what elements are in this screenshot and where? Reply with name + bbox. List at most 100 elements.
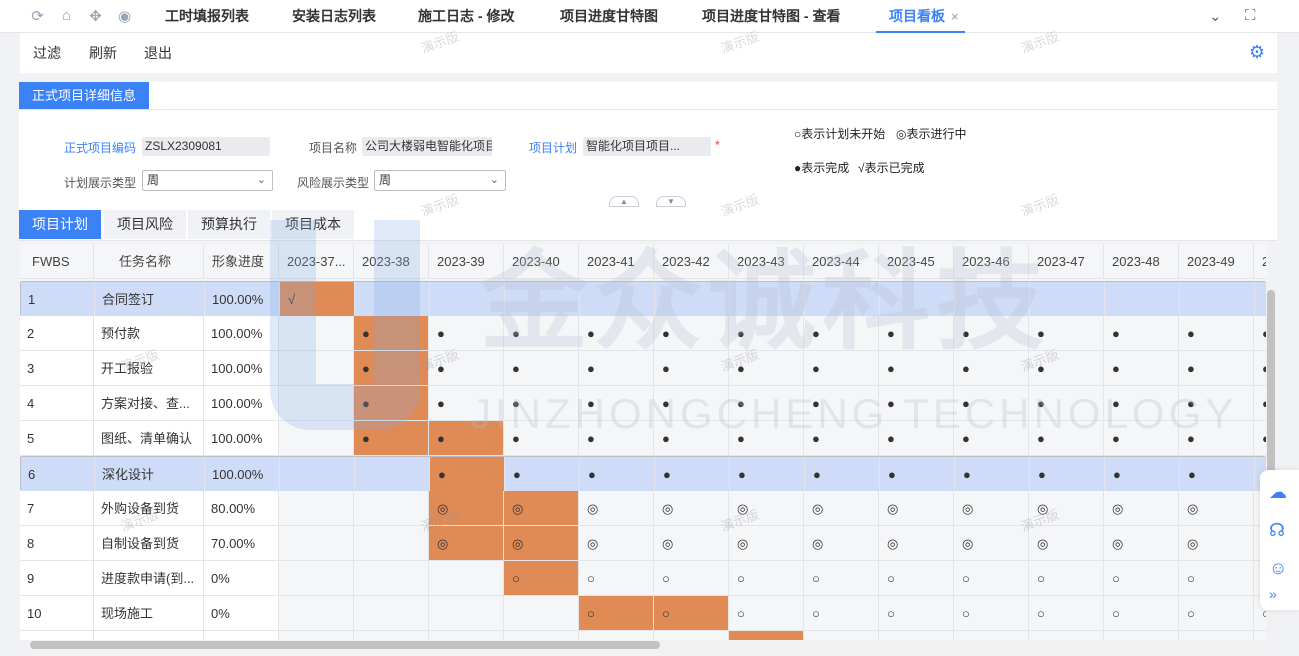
week-header[interactable]: 2023-37... (279, 244, 354, 279)
tab-1[interactable]: 安装日志列表 (292, 0, 376, 33)
gantt-cell: ● (729, 351, 804, 386)
chevron-down-icon[interactable]: ⌄ (1209, 7, 1222, 25)
tab-2[interactable]: 施工日志 - 修改 (418, 0, 514, 33)
exit-button[interactable]: 退出 (144, 43, 172, 63)
table-row[interactable]: 6深化设计100.00%●●●●●●●●●●●● (20, 456, 1266, 492)
gantt-cell (504, 631, 579, 640)
tab-0[interactable]: 工时填报列表 (165, 0, 249, 33)
fwbs-cell: 6 (21, 457, 95, 492)
plan-type-label: 计划展示类型 (64, 176, 137, 190)
gantt-cell (279, 526, 354, 561)
filter-button[interactable]: 过滤 (33, 43, 61, 63)
week-header[interactable]: 2023-45 (879, 244, 954, 279)
gantt-cell (955, 282, 1030, 317)
home-icon[interactable]: ⌂ (57, 6, 76, 25)
table-row[interactable]: 9进度款申请(到...0%○○○○○○○○○○○ (20, 561, 1266, 596)
week-header[interactable]: 2 (1254, 244, 1266, 279)
chat-icon[interactable]: ◉ (115, 6, 134, 25)
gantt-cell: ◎ (654, 526, 729, 561)
project-code-field[interactable]: ZSLX2309081 (142, 137, 270, 156)
gantt-cell (429, 631, 504, 640)
gantt-bar-cell: ● (354, 316, 429, 351)
gantt-cell (804, 631, 879, 640)
gantt-bar-cell: ● (354, 351, 429, 386)
horizontal-scrollbar[interactable] (20, 640, 1266, 650)
week-header[interactable]: 2023-41 (579, 244, 654, 279)
tab-project-cost[interactable]: 项目成本 (272, 210, 354, 239)
column-header[interactable]: FWBS (20, 244, 94, 279)
gantt-cell: ● (955, 457, 1030, 492)
tab-5[interactable]: 项目看板 × (876, 0, 965, 33)
expand-down-icon[interactable]: ▼ (656, 196, 686, 207)
gantt-cell (279, 561, 354, 596)
gantt-cell: ○ (879, 596, 954, 631)
double-chevron-right-icon[interactable]: » (1269, 586, 1277, 602)
task-name-cell: 进度款申请(到... (94, 561, 204, 596)
gantt-cell (504, 596, 579, 631)
refresh-button[interactable]: 刷新 (89, 43, 117, 63)
fwbs-cell: 7 (20, 491, 94, 526)
horizontal-scrollbar-thumb[interactable] (30, 641, 660, 649)
gantt-cell: ◎ (879, 491, 954, 526)
gantt-bar-cell (729, 631, 804, 640)
fwbs-cell (20, 631, 94, 640)
week-header[interactable]: 2023-43 (729, 244, 804, 279)
legend-not-started: ○表示计划未开始 (794, 127, 886, 141)
week-header[interactable]: 2023-40 (504, 244, 579, 279)
table-row[interactable]: 4方案对接、查...100.00%●●●●●●●●●●●●● (20, 386, 1266, 421)
project-code-label: 正式项目编码 (64, 141, 137, 155)
week-header[interactable]: 2023-42 (654, 244, 729, 279)
gantt-cell: ● (879, 316, 954, 351)
risk-type-select[interactable]: 周 ⌄ (374, 170, 506, 191)
close-icon[interactable]: × (951, 9, 959, 24)
week-header[interactable]: 2023-39 (429, 244, 504, 279)
gantt-cell: ● (1030, 457, 1105, 492)
collapse-up-icon[interactable]: ▲ (609, 196, 639, 207)
tab-budget-execution[interactable]: 预算执行 (188, 210, 270, 239)
gantt-cell (279, 596, 354, 631)
table-row[interactable]: 1 合同签订 100.00% √ (20, 281, 1266, 317)
gantt-cell: ● (1104, 351, 1179, 386)
week-header[interactable]: 2023-49 (1179, 244, 1254, 279)
tab-label: 项目进度甘特图 - 查看 (702, 8, 841, 24)
table-row[interactable]: 3开工报验100.00%●●●●●●●●●●●●● (20, 351, 1266, 386)
task-name-cell: 方案对接、查... (94, 386, 204, 421)
gantt-cell (354, 526, 429, 561)
project-plan-field[interactable]: 智能化项目项目... (583, 137, 711, 156)
table-row[interactable]: 8自制设备到货70.00%◎◎◎◎◎◎◎◎◎◎◎◎ (20, 526, 1266, 561)
week-header[interactable]: 2023-48 (1104, 244, 1179, 279)
week-header[interactable]: 2023-46 (954, 244, 1029, 279)
headset-icon[interactable]: ☊ (1269, 520, 1285, 541)
column-header[interactable]: 任务名称 (94, 244, 204, 279)
fwbs-cell: 3 (20, 351, 94, 386)
table-row[interactable]: 5图纸、清单确认100.00%●●●●●●●●●●●●● (20, 421, 1266, 456)
week-header[interactable]: 2023-44 (804, 244, 879, 279)
gantt-cell: ● (1104, 386, 1179, 421)
tab-project-risk[interactable]: 项目风险 (104, 210, 186, 239)
toolbar: 过滤 刷新 退出 ⚙ (20, 33, 1277, 73)
tab-3[interactable]: 项目进度甘特图 (560, 0, 658, 33)
gantt-cell: ● (954, 386, 1029, 421)
gantt-cell: ● (579, 386, 654, 421)
table-row[interactable]: 7外购设备到货80.00%◎◎◎◎◎◎◎◎◎◎◎◎ (20, 491, 1266, 526)
gantt-cell: ● (654, 421, 729, 456)
week-header[interactable]: 2023-47 (1029, 244, 1104, 279)
table-row[interactable] (20, 631, 1266, 640)
tab-4[interactable]: 项目进度甘特图 - 查看 (702, 0, 840, 33)
smiley-icon[interactable]: ☺ (1269, 558, 1287, 579)
gantt-cell: ● (1104, 421, 1179, 456)
plan-type-select[interactable]: 周 ⌄ (142, 170, 273, 191)
table-row[interactable]: 10现场施工0%○○○○○○○○○○ (20, 596, 1266, 631)
apps-icon[interactable]: ✥ (86, 6, 105, 25)
table-row[interactable]: 2预付款100.00%●●●●●●●●●●●●● (20, 316, 1266, 351)
chevron-down-icon: ⌄ (256, 174, 266, 186)
project-name-field[interactable]: 公司大楼弱电智能化项目 (362, 137, 492, 156)
cloud-icon[interactable]: ☁ (1269, 482, 1287, 503)
column-header[interactable]: 形象进度 (204, 244, 279, 279)
week-header[interactable]: 2023-38 (354, 244, 429, 279)
fwbs-cell: 5 (20, 421, 94, 456)
refresh-icon[interactable]: ⟳ (28, 6, 47, 25)
tab-project-plan[interactable]: 项目计划 (19, 210, 101, 239)
gear-icon[interactable]: ⚙ (1249, 42, 1265, 63)
fullscreen-icon[interactable]: ⛶ (1245, 7, 1256, 24)
